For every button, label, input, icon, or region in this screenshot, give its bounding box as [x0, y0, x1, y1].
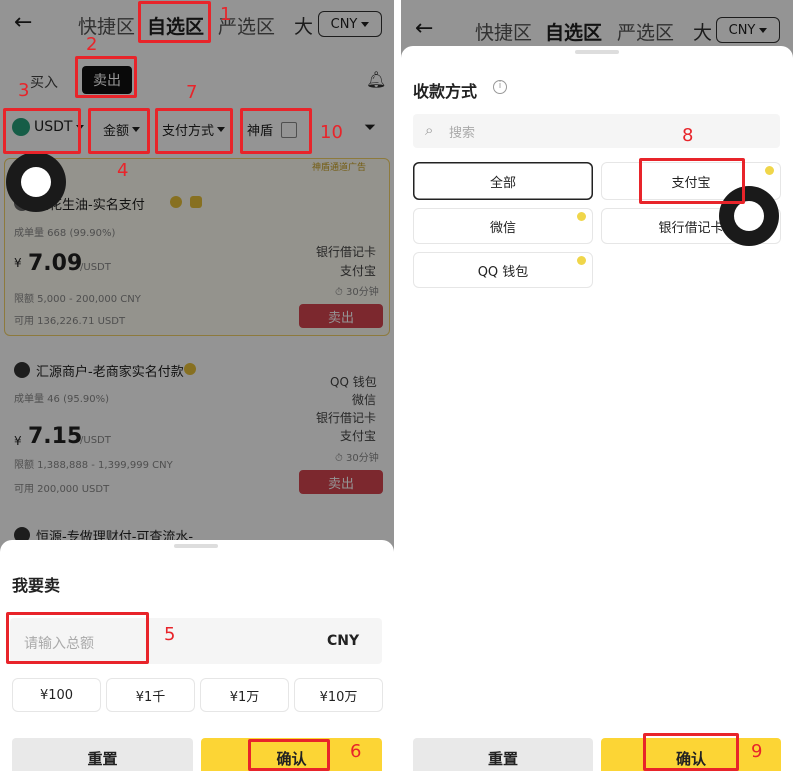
badge-dot — [765, 166, 774, 175]
payment-option-wechat[interactable]: 微信 — [413, 208, 593, 244]
annotation-box — [240, 108, 312, 154]
annotation-number: 4 — [117, 160, 129, 181]
touch-indicator — [6, 152, 66, 212]
info-icon[interactable]: i — [493, 80, 507, 94]
badge-dot — [577, 212, 586, 221]
annotation-box — [3, 108, 81, 154]
annotation-number: 6 — [350, 741, 362, 762]
annotation-number: 9 — [751, 741, 763, 762]
annotation-box — [75, 56, 137, 98]
annotation-box — [88, 108, 150, 154]
payment-method-sheet: 收款方式 i ⌕ 搜索 全部 支付宝 微信 银行借记卡 QQ 钱包 重置 确认 — [401, 46, 793, 771]
annotation-box — [138, 1, 211, 43]
sheet-title: 收款方式 — [413, 82, 478, 101]
annotation-number: 2 — [86, 34, 98, 55]
annotation-box — [248, 739, 330, 771]
input-currency: CNY — [327, 633, 360, 649]
annotation-box — [639, 158, 745, 204]
annotation-number: 7 — [186, 82, 198, 103]
quick-amount-100[interactable]: ¥100 — [12, 678, 101, 712]
annotation-number: 3 — [18, 80, 30, 101]
annotation-number: 5 — [164, 624, 176, 645]
annotation-number: 10 — [320, 122, 343, 143]
payment-option-all[interactable]: 全部 — [413, 162, 593, 200]
quick-amount-1k[interactable]: ¥1千 — [106, 678, 195, 712]
divider — [394, 0, 401, 771]
sheet-handle[interactable] — [575, 50, 619, 54]
badge-dot — [577, 256, 586, 265]
annotation-number: 1 — [220, 4, 232, 25]
annotation-box — [155, 108, 233, 154]
annotation-box — [6, 612, 149, 664]
quick-amount-100k[interactable]: ¥10万 — [294, 678, 383, 712]
annotation-number: 8 — [682, 125, 694, 146]
left-screen: ← 快捷区 自选区 严选区 大 CNY 买入 卖出 🔔︎ USDT 金额 支付方… — [0, 0, 394, 771]
payment-option-qq-wallet[interactable]: QQ 钱包 — [413, 252, 593, 288]
reset-button[interactable]: 重置 — [413, 738, 593, 771]
quick-amount-10k[interactable]: ¥1万 — [200, 678, 289, 712]
reset-button[interactable]: 重置 — [12, 738, 193, 771]
sheet-handle[interactable] — [174, 544, 218, 548]
search-icon: ⌕ — [425, 121, 434, 139]
annotation-box — [643, 733, 739, 771]
right-screen: ← 快捷区 自选区 严选区 大 CNY 收款方式 i ⌕ 搜索 全部 支付宝 微… — [401, 0, 793, 771]
search-placeholder: 搜索 — [449, 126, 476, 141]
sheet-title: 我要卖 — [12, 576, 61, 595]
